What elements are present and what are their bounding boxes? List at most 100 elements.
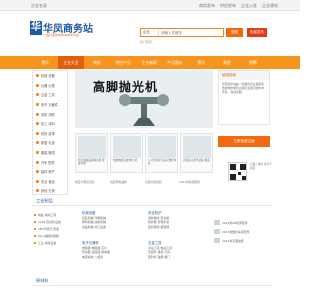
bullet-icon (36, 112, 39, 116)
industrial-list: 电钻 电动工具 1234 自动化设备 LED节能灯 批发 PLC 编程控制器 工… (34, 212, 78, 246)
search-box: 企业 (140, 28, 224, 37)
qr-code-icon (228, 162, 247, 181)
list-item[interactable]: 2014款平面磨床 (214, 236, 270, 245)
category-item[interactable]: 五金 工具 (33, 90, 67, 100)
top-links: 商机发布 供应发布 企业入驻 企业建站 (199, 3, 278, 9)
bullet-icon (36, 151, 39, 155)
category-block: 机械设备 包装机械 印刷机械 塑料机械 纺织机械 食品机械 化工设备 (82, 210, 137, 229)
product-image (78, 136, 106, 158)
product-card[interactable]: 供应电镀设备纯水机 批发价格 (75, 133, 108, 173)
small-link[interactable]: 供应大理石切割 (75, 180, 95, 184)
category-block: 安全防护 消防器材 安全帽 防护服 劳保手套 监控器材 报警器 (148, 210, 203, 229)
product-caption: 供应电镀设备纯水机 批发价格 (78, 159, 105, 166)
category-item[interactable]: 仪器 仪表 (33, 81, 67, 91)
top-link-site[interactable]: 企业建站 (262, 3, 278, 9)
section-industrial-title: 工业制品 (32, 196, 272, 206)
nav-prices[interactable]: 产品报价 (162, 56, 188, 69)
product-thumbnails: 供应电镀设备纯水机 批发价格 电线电缆高效拉丝 机 1:1型平板全自动 数控车床… (75, 133, 213, 173)
product-image (183, 136, 211, 158)
bullet-icon (34, 214, 36, 217)
small-link-row: 供应大理石切割 供应导热油炉 全自动包装机 2012款机床配件 (75, 176, 213, 196)
search-category-select[interactable]: 企业 (141, 29, 159, 36)
qr-caption: 扫描二维码 访问手机版 (250, 163, 272, 170)
nav-expo[interactable]: 展会 (214, 56, 240, 69)
bullet-icon (36, 103, 39, 107)
product-caption: 高档实木茶台茶桌 批发 (183, 159, 210, 162)
category-item[interactable]: 家居 礼品 (33, 138, 67, 148)
category-item[interactable]: 汽车 配件 (33, 157, 67, 167)
bullet-icon (34, 241, 36, 244)
top-link-post[interactable]: 商机发布 (199, 3, 215, 9)
bullet-icon (36, 141, 39, 145)
free-post-button[interactable]: 免费发布 (247, 28, 267, 37)
product-image (148, 136, 176, 158)
bullet-icon (36, 74, 39, 78)
category-item[interactable]: 机械 设备 (33, 71, 67, 81)
nav-info[interactable]: 资讯 (188, 56, 214, 69)
top-bar: 企业名录 商机发布 供应发布 企业入驻 企业建站 (0, 0, 300, 11)
bullet-icon (36, 131, 39, 135)
bullet-icon (36, 93, 39, 97)
category-item[interactable]: 纺织 皮革 (33, 129, 67, 139)
product-image (113, 136, 141, 158)
search-button[interactable]: 搜索 (226, 28, 243, 37)
nav-business[interactable]: 商机 (84, 56, 110, 69)
top-left-link[interactable]: 企业名录 (31, 3, 47, 9)
category-item[interactable]: 建材 房产 (33, 167, 67, 177)
guide-box: 使用指南 华凤商务站是一家面向企业提供免费发布供求信息和企业展示的B2B平台，欢… (218, 70, 270, 125)
top-link-supply[interactable]: 供应发布 (220, 3, 236, 9)
bullet-icon (36, 160, 39, 164)
list-item[interactable]: 电钻 电动工具 (34, 212, 78, 219)
top-link-join[interactable]: 企业入驻 (241, 3, 257, 9)
category-item[interactable]: 农业 食品 (33, 177, 67, 187)
category-item[interactable]: 化工 涂料 (33, 119, 67, 129)
category-item[interactable]: 服装 鞋帽 (33, 148, 67, 158)
product-thumb-icon (214, 220, 220, 225)
list-item[interactable]: 2013款数控车床配件 (214, 227, 270, 236)
product-card[interactable]: 电线电缆高效拉丝 机 (110, 133, 143, 173)
list-item[interactable]: PLC 编程控制器 (34, 232, 78, 239)
category-block-line[interactable]: 电源模块 二极管 (82, 255, 137, 259)
list-item[interactable]: 1234 自动化设备 (34, 219, 78, 226)
category-block-line[interactable]: 监控器材 报警器 (148, 225, 203, 229)
list-item[interactable]: 2019款ZK机床配件 (214, 218, 270, 227)
guide-text: 华凤商务站是一家面向企业提供免费发布供求信息和企业展示的B2B平台，欢迎注册。 (222, 82, 264, 94)
logo-slogan: 一站打造您的B2B商务平台 (43, 33, 80, 37)
site-logo[interactable]: 华 华凤商务站 一站打造您的B2B商务平台 (30, 19, 100, 45)
category-item[interactable]: 其他 分类 (33, 186, 67, 196)
category-block: 电子元器件 电容器 电阻器 芯片 传感器 连接器 继电器 电源模块 二极管 (82, 240, 137, 259)
list-item[interactable]: LED节能灯 批发 (34, 226, 78, 233)
bullet-icon (34, 234, 36, 237)
nav-jobs[interactable]: 招聘 (240, 56, 266, 69)
category-block-line[interactable]: 密封件 轴承 阀门 (148, 255, 203, 259)
section-raw-materials-title: 原材料 (32, 276, 272, 286)
small-link[interactable]: 全自动包装机 (145, 180, 162, 184)
bullet-icon (36, 83, 39, 87)
list-item[interactable]: 工业 焊接设备 (34, 239, 78, 246)
register-button[interactable]: 立即免费注册 (218, 136, 270, 147)
category-item[interactable]: 电子 元器件 (33, 100, 67, 110)
hero-banner[interactable]: 高脚抛光机 (75, 70, 213, 128)
nav-products[interactable]: 供应产品 (110, 56, 136, 69)
logo-mark: 华 (30, 21, 42, 35)
category-sidebar: 机械 设备 仪器 仪表 五金 工具 电子 元器件 安防 消防 化工 涂料 纺织 … (32, 70, 68, 195)
product-card[interactable]: 1:1型平板全自动 数控车床 (145, 133, 178, 173)
product-caption: 1:1型平板全自动 数控车床 (148, 159, 177, 166)
bullet-icon (34, 227, 36, 230)
category-block-line[interactable]: 食品机械 化工设备 (82, 225, 137, 229)
small-link[interactable]: 供应导热油炉 (110, 180, 127, 184)
category-block: 五金工具 手动工具 电动工具 紧固件 量具 刃具 密封件 轴承 阀门 (148, 240, 203, 259)
polishing-machine-image (119, 94, 169, 126)
small-link[interactable]: 2012款机床配件 (179, 180, 200, 184)
category-item[interactable]: 安防 消防 (33, 109, 67, 119)
bullet-icon (36, 170, 39, 174)
hot-search-label: 热门搜索： (140, 40, 156, 44)
guide-title: 使用指南 (219, 71, 269, 80)
nav-news[interactable]: 企业新闻 (136, 56, 162, 69)
product-card[interactable]: 高档实木茶台茶桌 批发 (180, 133, 213, 173)
bullet-icon (36, 122, 39, 126)
product-thumb-icon (214, 229, 220, 234)
nav-home[interactable]: 首页 (32, 56, 58, 69)
nav-company[interactable]: 企业大全 (58, 56, 84, 69)
search-input[interactable] (161, 29, 223, 36)
